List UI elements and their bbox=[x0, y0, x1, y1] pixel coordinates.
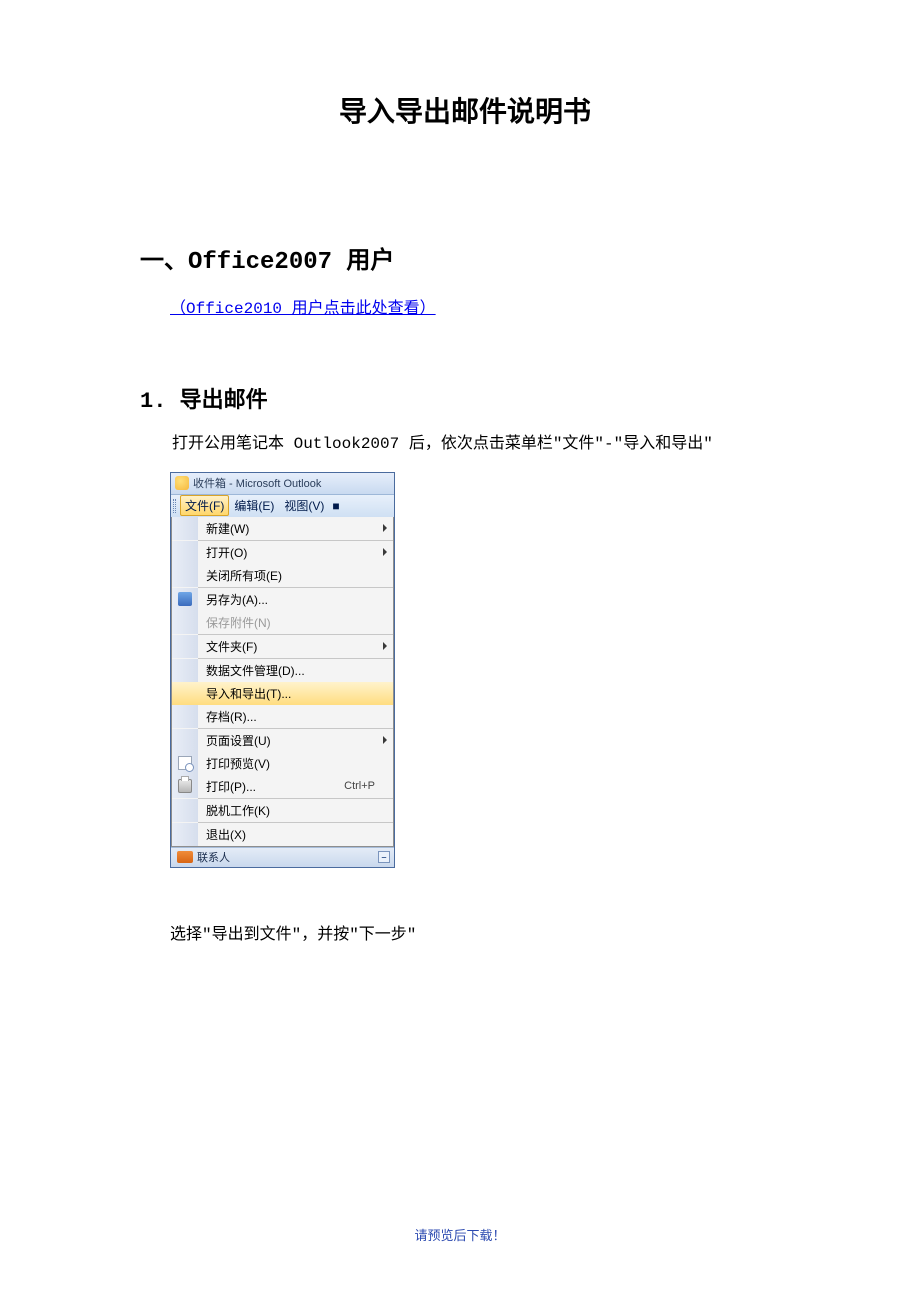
menu-more[interactable]: ■ bbox=[329, 497, 342, 515]
menu-item-archive[interactable]: 存档(R)... bbox=[172, 705, 393, 728]
chevron-right-icon bbox=[383, 524, 387, 532]
menu-item-close-all[interactable]: 关闭所有项(E) bbox=[172, 564, 393, 587]
outlook-window: 收件箱 - Microsoft Outlook 文件(F) 编辑(E) 视图(V… bbox=[170, 472, 395, 868]
outlook-title-text: 收件箱 - Microsoft Outlook bbox=[193, 475, 321, 491]
chevron-right-icon bbox=[383, 642, 387, 650]
menu-item-new[interactable]: 新建(W) bbox=[172, 517, 393, 540]
collapse-toggle[interactable]: – bbox=[378, 851, 390, 863]
outlook-app-icon bbox=[175, 476, 189, 490]
menu-item-folder[interactable]: 文件夹(F) bbox=[172, 635, 393, 658]
paragraph-instruction-2: 选择"导出到文件"，并按"下一步" bbox=[170, 923, 790, 949]
menu-item-offline[interactable]: 脱机工作(K) bbox=[172, 799, 393, 822]
menu-item-data-file-management[interactable]: 数据文件管理(D)... bbox=[172, 659, 393, 682]
outlook-titlebar: 收件箱 - Microsoft Outlook bbox=[171, 473, 394, 495]
menu-item-open[interactable]: 打开(O) bbox=[172, 541, 393, 564]
menu-item-page-setup[interactable]: 页面设置(U) bbox=[172, 729, 393, 752]
menu-item-save-attachment: 保存附件(N) bbox=[172, 611, 393, 634]
chevron-right-icon bbox=[383, 548, 387, 556]
outlook-screenshot: 收件箱 - Microsoft Outlook 文件(F) 编辑(E) 视图(V… bbox=[170, 472, 790, 868]
print-preview-icon bbox=[178, 756, 192, 770]
menu-item-import-export[interactable]: 导入和导出(T)... bbox=[172, 682, 393, 705]
menu-view[interactable]: 视图(V) bbox=[279, 495, 329, 516]
save-icon bbox=[178, 592, 192, 606]
chevron-right-icon bbox=[383, 736, 387, 744]
nav-pane-contacts[interactable]: 联系人 – bbox=[171, 847, 394, 867]
menu-file[interactable]: 文件(F) bbox=[180, 495, 229, 516]
paragraph-instruction-1: 打开公用笔记本 Outlook2007 后，依次点击菜单栏"文件"-"导入和导出… bbox=[140, 432, 790, 458]
printer-icon bbox=[178, 779, 192, 793]
section-heading-office2007: 一、Office2007 用户 bbox=[140, 240, 790, 276]
link-office2010[interactable]: （Office2010 用户点击此处查看） bbox=[170, 294, 436, 318]
menu-item-save-as[interactable]: 另存为(A)... bbox=[172, 588, 393, 611]
file-menu-dropdown: 新建(W) 打开(O) 关闭所有项(E) 另存为(A)... bbox=[171, 517, 394, 847]
page-footer: 请预览后下载！ bbox=[0, 1225, 920, 1244]
toolbar-handle-icon bbox=[173, 499, 176, 513]
contacts-label: 联系人 bbox=[197, 849, 230, 865]
menu-item-print[interactable]: 打印(P)... Ctrl+P bbox=[172, 775, 393, 798]
menu-item-exit[interactable]: 退出(X) bbox=[172, 823, 393, 846]
outlook-menubar: 文件(F) 编辑(E) 视图(V) ■ bbox=[171, 495, 394, 517]
contacts-icon bbox=[177, 851, 193, 863]
menu-edit[interactable]: 编辑(E) bbox=[229, 495, 279, 516]
menu-item-print-preview[interactable]: 打印预览(V) bbox=[172, 752, 393, 775]
print-shortcut: Ctrl+P bbox=[344, 780, 393, 792]
subsection-heading-export: 1. 导出邮件 bbox=[140, 382, 790, 414]
document-title: 导入导出邮件说明书 bbox=[140, 90, 790, 130]
